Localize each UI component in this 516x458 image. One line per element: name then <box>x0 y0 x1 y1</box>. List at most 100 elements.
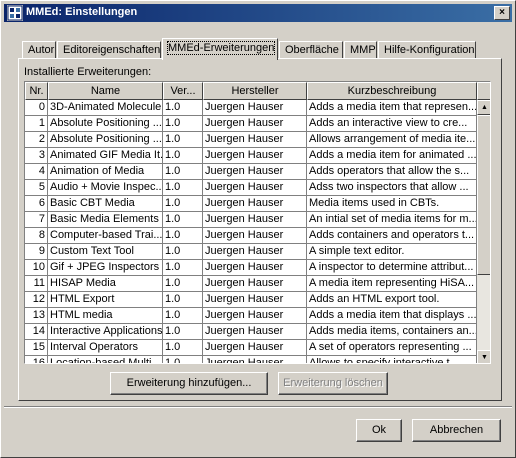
table-row[interactable]: 14 Interactive Applications 1.0 Juergen Hau… <box>25 324 477 340</box>
cell-name[interactable]: Location-based Multi... <box>48 356 163 363</box>
cell-version[interactable]: 1.0 <box>163 180 203 196</box>
tab-oberflaeche[interactable]: Oberfläche <box>279 41 343 59</box>
cell-name[interactable]: Basic Media Elements <box>48 212 163 228</box>
cell-version[interactable]: 1.0 <box>163 196 203 212</box>
cell-kurzbeschreibung[interactable]: Adds an HTML export tool. <box>307 292 477 308</box>
table-row[interactable]: 3 Animated GIF Media It... 1.0 Juergen Haus… <box>25 148 477 164</box>
table-row[interactable]: 13 HTML media 1.0 Juergen Hauser Adds a medi… <box>25 308 477 324</box>
table-row[interactable]: 7 Basic Media Elements 1.0 Juergen Hauser An… <box>25 212 477 228</box>
column-header-nr[interactable]: Nr. <box>25 82 48 100</box>
cell-hersteller[interactable]: Juergen Hauser <box>203 244 307 260</box>
cell-nr[interactable]: 13 <box>25 308 48 324</box>
table-row[interactable]: 4 Animation of Media 1.0 Juergen Hauser Adds… <box>25 164 477 180</box>
cell-nr[interactable]: 10 <box>25 260 48 276</box>
add-extension-button[interactable]: Erweiterung hinzufügen... <box>110 372 268 395</box>
cell-nr[interactable]: 5 <box>25 180 48 196</box>
cell-nr[interactable]: 16 <box>25 356 48 363</box>
cell-version[interactable]: 1.0 <box>163 244 203 260</box>
cell-kurzbeschreibung[interactable]: A media item representing HiSA... <box>307 276 477 292</box>
table-row[interactable]: 2 Absolute Positioning ... 1.0 Juergen Haus… <box>25 132 477 148</box>
cell-hersteller[interactable]: Juergen Hauser <box>203 308 307 324</box>
close-button[interactable]: × <box>494 6 510 20</box>
cell-version[interactable]: 1.0 <box>163 292 203 308</box>
cell-name[interactable]: Animated GIF Media It... <box>48 148 163 164</box>
table-row[interactable]: 10 Gif + JPEG Inspectors 1.0 Juergen Hauser… <box>25 260 477 276</box>
cell-version[interactable]: 1.0 <box>163 340 203 356</box>
cell-kurzbeschreibung[interactable]: Media items used in CBTs. <box>307 196 477 212</box>
cell-nr[interactable]: 7 <box>25 212 48 228</box>
cell-hersteller[interactable]: Juergen Hauser <box>203 132 307 148</box>
cell-version[interactable]: 1.0 <box>163 116 203 132</box>
cell-version[interactable]: 1.0 <box>163 212 203 228</box>
cell-name[interactable]: Audio + Movie Inspec... <box>48 180 163 196</box>
cell-version[interactable]: 1.0 <box>163 132 203 148</box>
tab-mmed-erweiterungen[interactable]: MMEd-Erweiterungen <box>162 38 278 60</box>
tab-autor[interactable]: Autor <box>22 41 56 59</box>
cell-kurzbeschreibung[interactable]: Adds a media item for animated ... <box>307 148 477 164</box>
cell-kurzbeschreibung[interactable]: A set of operators representing ... <box>307 340 477 356</box>
cell-hersteller[interactable]: Juergen Hauser <box>203 196 307 212</box>
table-row[interactable]: 11 HISAP Media 1.0 Juergen Hauser A media it… <box>25 276 477 292</box>
tab-editoreigenschaften[interactable]: Editoreigenschaften <box>57 41 161 59</box>
cell-name[interactable]: Interval Operators <box>48 340 163 356</box>
table-row[interactable]: 6 Basic CBT Media 1.0 Juergen Hauser Media i… <box>25 196 477 212</box>
cell-name[interactable]: 3D-Animated Molecule <box>48 100 163 116</box>
cell-kurzbeschreibung[interactable]: Adds an interactive view to cre... <box>307 116 477 132</box>
cell-version[interactable]: 1.0 <box>163 164 203 180</box>
delete-extension-button[interactable]: Erweiterung löschen <box>278 372 388 395</box>
table-row[interactable]: 1 Absolute Positioning ... 1.0 Juergen Haus… <box>25 116 477 132</box>
cell-hersteller[interactable]: Juergen Hauser <box>203 164 307 180</box>
cell-name[interactable]: HTML Export <box>48 292 163 308</box>
cell-name[interactable]: Gif + JPEG Inspectors <box>48 260 163 276</box>
cell-kurzbeschreibung[interactable]: An intial set of media items for m... <box>307 212 477 228</box>
cell-version[interactable]: 1.0 <box>163 356 203 363</box>
cell-nr[interactable]: 1 <box>25 116 48 132</box>
cell-hersteller[interactable]: Juergen Hauser <box>203 276 307 292</box>
cell-kurzbeschreibung[interactable]: Adds a media item that represen... <box>307 100 477 116</box>
cell-hersteller[interactable]: Juergen Hauser <box>203 260 307 276</box>
vertical-scrollbar[interactable]: ▲ ▼ <box>477 100 490 363</box>
cell-hersteller[interactable]: Juergen Hauser <box>203 324 307 340</box>
cell-nr[interactable]: 3 <box>25 148 48 164</box>
cell-kurzbeschreibung[interactable]: Adds media items, containers an... <box>307 324 477 340</box>
cell-nr[interactable]: 6 <box>25 196 48 212</box>
cell-nr[interactable]: 12 <box>25 292 48 308</box>
cell-nr[interactable]: 11 <box>25 276 48 292</box>
cell-hersteller[interactable]: Juergen Hauser <box>203 100 307 116</box>
cell-nr[interactable]: 14 <box>25 324 48 340</box>
column-header-kurzbeschreibung[interactable]: Kurzbeschreibung <box>307 82 477 100</box>
cell-nr[interactable]: 2 <box>25 132 48 148</box>
cell-hersteller[interactable]: Juergen Hauser <box>203 340 307 356</box>
cell-name[interactable]: Interactive Applications <box>48 324 163 340</box>
table-row[interactable]: 5 Audio + Movie Inspec... 1.0 Juergen Hause… <box>25 180 477 196</box>
table-row[interactable]: 15 Interval Operators 1.0 Juergen Hauser A s… <box>25 340 477 356</box>
cell-nr[interactable]: 0 <box>25 100 48 116</box>
cell-nr[interactable]: 9 <box>25 244 48 260</box>
cell-name[interactable]: Basic CBT Media <box>48 196 163 212</box>
cell-version[interactable]: 1.0 <box>163 308 203 324</box>
cell-hersteller[interactable]: Juergen Hauser <box>203 228 307 244</box>
cell-kurzbeschreibung[interactable]: Allows arrangement of media ite... <box>307 132 477 148</box>
table-row[interactable]: 9 Custom Text Tool 1.0 Juergen Hauser A simp… <box>25 244 477 260</box>
cell-version[interactable]: 1.0 <box>163 260 203 276</box>
column-header-version[interactable]: Ver... <box>163 82 203 100</box>
cell-kurzbeschreibung[interactable]: Adds containers and operators t... <box>307 228 477 244</box>
column-header-name[interactable]: Name <box>48 82 163 100</box>
cell-name[interactable]: Absolute Positioning ... <box>48 116 163 132</box>
cell-name[interactable]: Absolute Positioning ... <box>48 132 163 148</box>
cell-kurzbeschreibung[interactable]: A inspector to determine attribut... <box>307 260 477 276</box>
cancel-button[interactable]: Abbrechen <box>412 419 501 442</box>
cell-hersteller[interactable]: Juergen Hauser <box>203 148 307 164</box>
cell-hersteller[interactable]: Juergen Hauser <box>203 180 307 196</box>
table-row[interactable]: 8 Computer-based Trai... 1.0 Juergen Hauser… <box>25 228 477 244</box>
cell-kurzbeschreibung[interactable]: A simple text editor. <box>307 244 477 260</box>
cell-version[interactable]: 1.0 <box>163 276 203 292</box>
tab-hilfe-konfiguration[interactable]: Hilfe-Konfiguration <box>378 41 476 59</box>
cell-name[interactable]: HTML media <box>48 308 163 324</box>
cell-name[interactable]: HISAP Media <box>48 276 163 292</box>
cell-hersteller[interactable]: Juergen Hauser <box>203 212 307 228</box>
column-header-hersteller[interactable]: Hersteller <box>203 82 307 100</box>
cell-name[interactable]: Animation of Media <box>48 164 163 180</box>
cell-name[interactable]: Computer-based Trai... <box>48 228 163 244</box>
cell-version[interactable]: 1.0 <box>163 148 203 164</box>
